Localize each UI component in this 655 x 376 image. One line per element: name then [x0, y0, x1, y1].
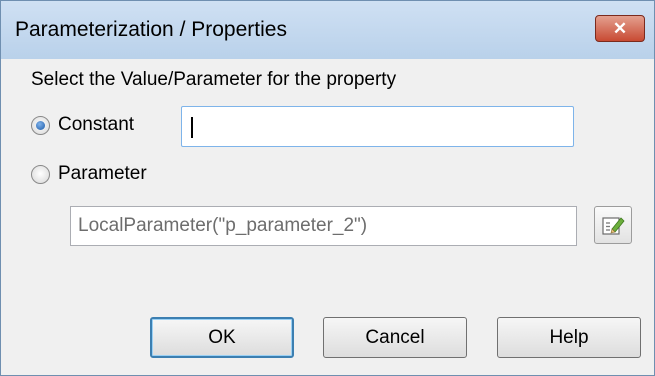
constant-value-input[interactable]: [181, 106, 574, 147]
constant-radio[interactable]: [31, 115, 50, 135]
dialog-title: Parameterization / Properties: [15, 18, 287, 41]
parameter-label[interactable]: Parameter: [58, 163, 147, 185]
constant-option[interactable]: Constant: [31, 114, 134, 136]
parameter-radio[interactable]: [31, 164, 50, 184]
dialog-body: Select the Value/Parameter for the prope…: [9, 59, 646, 369]
close-icon: ✕: [612, 18, 628, 38]
title-bar[interactable]: Parameterization / Properties ✕: [1, 1, 654, 59]
parameter-option[interactable]: Parameter: [31, 163, 147, 185]
edit-parameter-button[interactable]: [594, 206, 632, 244]
text-cursor: [191, 117, 193, 138]
cancel-button[interactable]: Cancel: [323, 317, 467, 358]
help-button[interactable]: Help: [497, 317, 641, 358]
close-button[interactable]: ✕: [595, 15, 645, 42]
instruction-label: Select the Value/Parameter for the prope…: [31, 69, 397, 90]
parameterization-dialog: Parameterization / Properties ✕ Select t…: [0, 0, 655, 376]
ok-button[interactable]: OK: [150, 317, 294, 358]
constant-label[interactable]: Constant: [58, 114, 134, 136]
edit-parameter-icon: [602, 217, 625, 235]
parameter-value-field[interactable]: LocalParameter("p_parameter_2"): [70, 206, 577, 246]
